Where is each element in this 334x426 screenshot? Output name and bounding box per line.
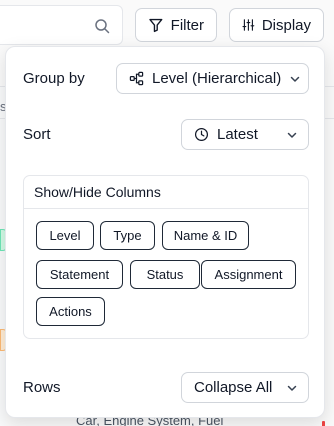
chevron-down-icon	[287, 132, 297, 138]
show-hide-columns-panel: Show/Hide Columns Level Type Name & ID S…	[23, 175, 309, 339]
display-options-popover: Group by Level (Hierarchical) Sort Lates…	[5, 46, 325, 418]
funnel-icon	[149, 18, 163, 33]
hierarchy-icon	[129, 71, 144, 86]
chevron-down-icon	[290, 76, 300, 82]
search-icon	[95, 19, 110, 34]
rows-select[interactable]: Collapse All	[181, 372, 309, 403]
chevron-down-icon	[287, 385, 297, 391]
display-button[interactable]: Display	[229, 8, 324, 42]
group-by-value: Level (Hierarchical)	[152, 70, 282, 87]
filter-button[interactable]: Filter	[135, 8, 217, 42]
clock-icon	[194, 127, 209, 142]
column-toggle-name-id[interactable]: Name & ID	[162, 221, 249, 250]
sort-label: Sort	[23, 126, 51, 143]
background-priority-marker	[322, 421, 325, 426]
sort-value: Latest	[217, 126, 258, 143]
group-by-select[interactable]: Level (Hierarchical)	[116, 63, 309, 94]
filter-button-label: Filter	[170, 16, 204, 34]
column-toggle-assignment[interactable]: Assignment	[201, 260, 296, 289]
rows-value: Collapse All	[194, 379, 273, 396]
column-toggle-statement[interactable]: Statement	[36, 260, 123, 289]
column-toggle-type[interactable]: Type	[100, 221, 155, 250]
column-toggle-status[interactable]: Status	[130, 260, 200, 289]
search-input[interactable]	[0, 5, 123, 45]
rows-label: Rows	[23, 379, 61, 396]
display-options-screen: s Car, Engine System, Fuel Filter Displa…	[0, 0, 334, 426]
column-toggle-actions[interactable]: Actions	[36, 297, 105, 326]
show-hide-columns-title: Show/Hide Columns	[24, 176, 308, 209]
group-by-label: Group by	[23, 70, 85, 87]
sort-select[interactable]: Latest	[181, 119, 309, 150]
display-button-label: Display	[261, 16, 311, 34]
column-toggle-level[interactable]: Level	[36, 221, 94, 250]
sliders-icon	[242, 19, 255, 31]
